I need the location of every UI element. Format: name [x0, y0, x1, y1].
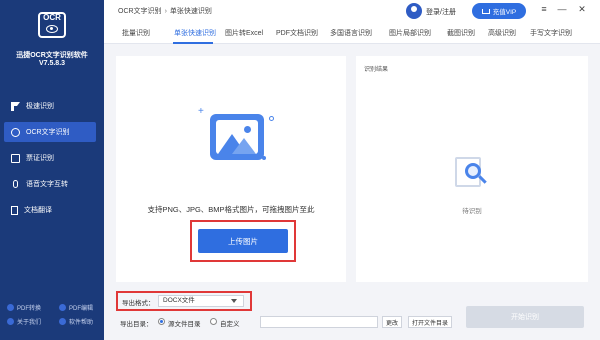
ocr-icon: [11, 127, 20, 137]
tool-label: 软件帮助: [69, 319, 94, 326]
tab-single-fast[interactable]: 单张快速识别: [174, 28, 216, 38]
pdf-convert-link[interactable]: PDF转换: [0, 303, 52, 312]
export-dir-label: 导出目录：: [120, 321, 153, 328]
breadcrumb-item: 单张快速识别: [169, 8, 212, 15]
upload-hint: 支持PNG、JPG、BMP格式图片，可拖拽图片至此: [147, 205, 315, 214]
bolt-icon: [11, 101, 20, 111]
login-link[interactable]: 登录/注册: [426, 7, 456, 17]
image-icon: [210, 114, 264, 160]
dot-decoration-icon: [262, 156, 266, 160]
ticket-icon: [11, 153, 20, 163]
doc-icon: [11, 205, 18, 215]
result-title: 识别结果: [364, 67, 389, 73]
vip-button[interactable]: 充值VIP: [472, 3, 526, 19]
export-dir-row: 导出目录： 源文件目录 自定义 更改 打开文件目录: [116, 316, 456, 328]
tool-label: 关于我们: [17, 319, 42, 326]
export-format-value: DOCX文件: [163, 297, 195, 304]
export-format-label: 导出格式：: [122, 300, 155, 307]
radio-custom-dir-label: 自定义: [220, 321, 240, 328]
upload-button-highlight: 上传图片: [190, 220, 296, 262]
circle-decoration-icon: [269, 116, 274, 121]
upload-image-button[interactable]: 上传图片: [198, 229, 288, 253]
user-avatar-icon[interactable]: [406, 3, 422, 19]
title-bar: OCR文字识别 › 单张快速识别 登录/注册 充值VIP ≡ — ✕: [104, 0, 600, 22]
app-logo: OCR: [38, 12, 66, 38]
export-format-select[interactable]: DOCX文件: [158, 295, 244, 307]
breadcrumb-separator: ›: [164, 8, 167, 15]
radio-source-dir-label: 源文件目录: [168, 321, 201, 328]
sidebar-tools: PDF转换 PDF编辑 关于我们 软件帮助: [0, 300, 104, 328]
close-icon[interactable]: ✕: [576, 4, 588, 15]
tab-multilang[interactable]: 多国语言识别: [330, 28, 372, 38]
pdf-convert-icon: [7, 303, 14, 311]
export-format-highlight: 导出格式： DOCX文件: [116, 291, 252, 311]
sidebar-nav: 极速识别 OCR文字识别 票证识别 语音文字互转 文档翻译: [0, 96, 104, 226]
result-status: 待识别: [462, 208, 482, 215]
tool-label: PDF转换: [17, 305, 42, 312]
tab-batch[interactable]: 批量识别: [122, 28, 150, 38]
mic-icon: [13, 180, 18, 188]
tab-advanced[interactable]: 高级识别: [488, 28, 516, 38]
radio-source-dir[interactable]: [158, 318, 165, 325]
about-link[interactable]: 关于我们: [0, 317, 52, 326]
sidebar-item-label: 票证识别: [26, 155, 54, 162]
tab-image-to-excel[interactable]: 图片转Excel: [225, 28, 263, 38]
app-version: V7.5.8.3: [38, 60, 66, 67]
pdf-edit-icon: [59, 303, 66, 311]
tab-partial[interactable]: 图片局部识别: [389, 28, 431, 38]
search-document-icon: [455, 155, 491, 189]
breadcrumb: OCR文字识别 › 单张快速识别: [118, 6, 212, 16]
tab-bar: 批量识别 单张快速识别 图片转Excel PDF文档识别 多国语言识别 图片局部…: [104, 22, 600, 44]
minimize-icon[interactable]: —: [556, 4, 568, 14]
sidebar-item-ocr[interactable]: OCR文字识别: [4, 122, 96, 142]
pdf-edit-link[interactable]: PDF编辑: [52, 303, 104, 312]
breadcrumb-item[interactable]: OCR文字识别: [118, 8, 162, 15]
tab-pdf[interactable]: PDF文档识别: [276, 28, 318, 38]
upload-dropzone[interactable]: + 支持PNG、JPG、BMP格式图片，可拖拽图片至此 上传图片: [116, 56, 346, 282]
sidebar-item-label: 文档翻译: [24, 207, 52, 214]
tool-label: PDF编辑: [69, 305, 94, 312]
sidebar-item-label: 语音文字互转: [26, 181, 68, 188]
help-link[interactable]: 软件帮助: [52, 317, 104, 326]
about-icon: [7, 317, 14, 325]
plus-decoration-icon: +: [198, 106, 204, 117]
app-name: 迅捷OCR文字识别软件: [16, 52, 88, 59]
tab-handwriting[interactable]: 手写文字识别: [530, 28, 572, 38]
crown-icon: [481, 8, 490, 14]
vip-label: 充值VIP: [492, 9, 517, 16]
sidebar-item-speech[interactable]: 语音文字互转: [0, 174, 104, 194]
menu-icon[interactable]: ≡: [538, 4, 550, 14]
sidebar-item-label: 极速识别: [26, 103, 54, 110]
help-icon: [59, 317, 66, 325]
work-area: + 支持PNG、JPG、BMP格式图片，可拖拽图片至此 上传图片 识别结果 待识…: [104, 44, 600, 340]
result-panel: 识别结果 待识别: [356, 56, 588, 282]
tab-screenshot[interactable]: 截图识别: [447, 28, 475, 38]
change-dir-button[interactable]: 更改: [382, 316, 402, 328]
chevron-down-icon: [231, 299, 237, 303]
sidebar-item-translate[interactable]: 文档翻译: [0, 200, 104, 220]
logo-text: OCR: [43, 13, 61, 22]
sidebar-item-fast-recognition[interactable]: 极速识别: [0, 96, 104, 116]
open-folder-button[interactable]: 打开文件目录: [408, 316, 452, 328]
sidebar: OCR 迅捷OCR文字识别软件 V7.5.8.3 极速识别 OCR文字识别 票证…: [0, 0, 104, 340]
start-recognition-button[interactable]: 开始识别: [466, 306, 584, 328]
sidebar-item-ticket[interactable]: 票证识别: [0, 148, 104, 168]
sidebar-item-label: OCR文字识别: [26, 129, 70, 136]
eye-icon: [46, 25, 58, 33]
export-path-input[interactable]: [260, 316, 378, 328]
radio-custom-dir[interactable]: [210, 318, 217, 325]
